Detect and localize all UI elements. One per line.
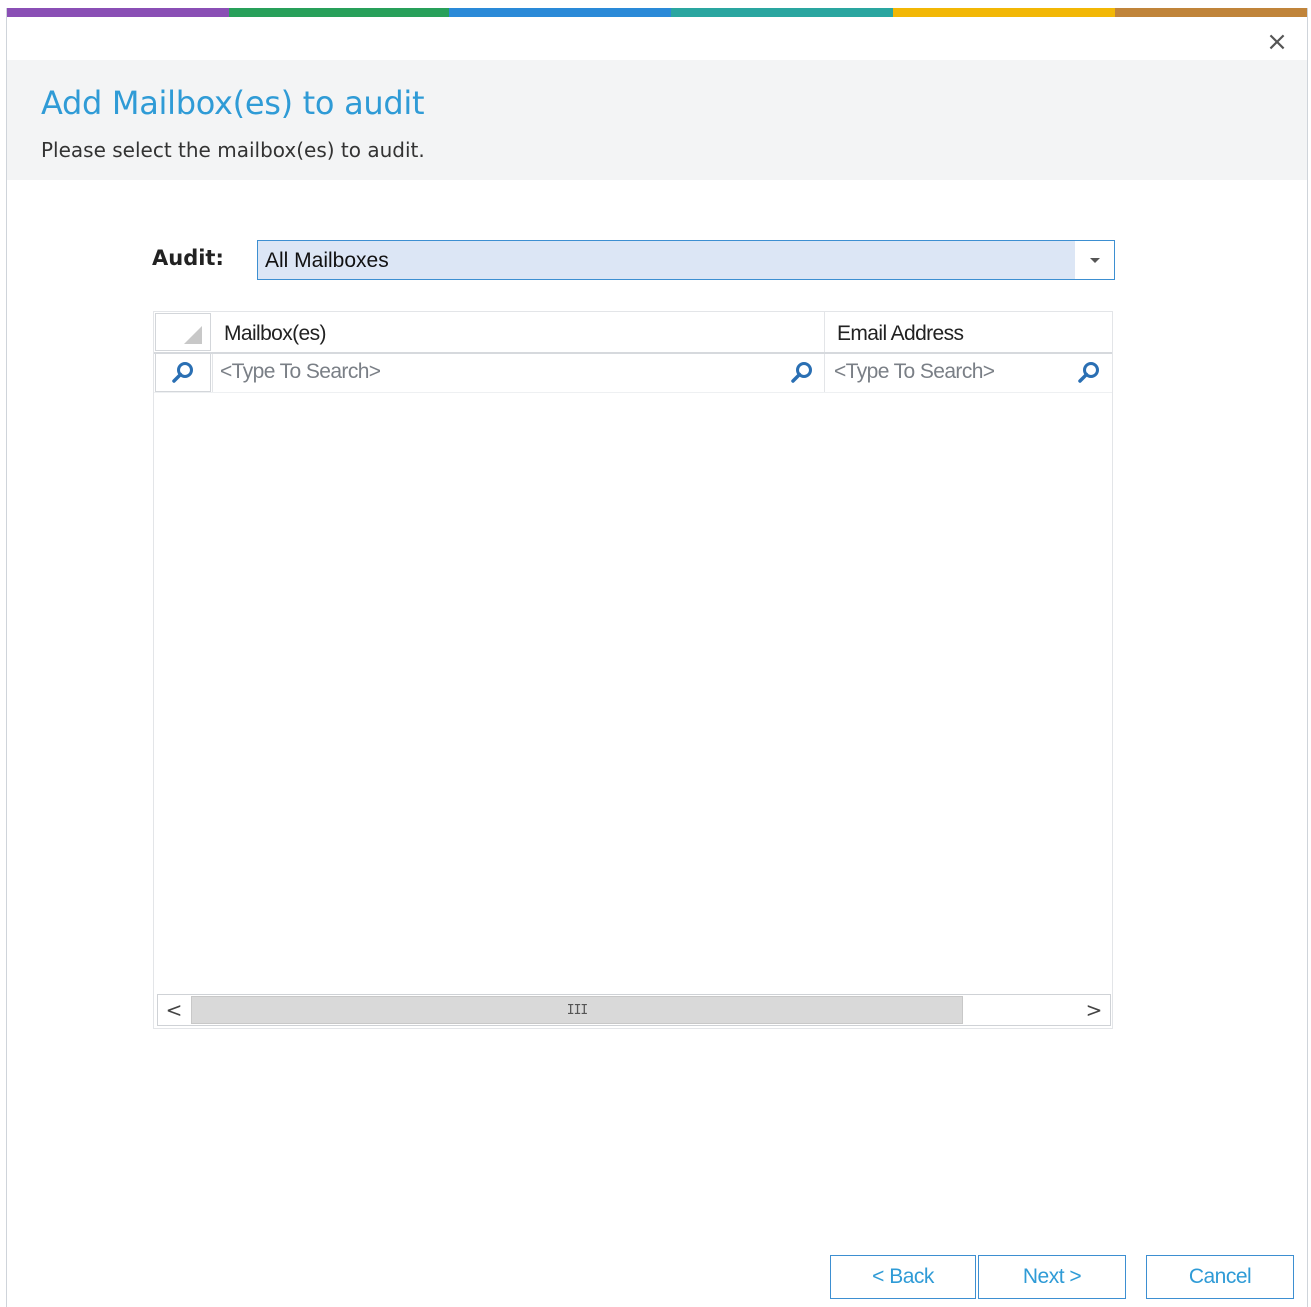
wizard-header: Add Mailbox(es) to audit Please select t… — [7, 60, 1307, 180]
audit-dropdown[interactable]: All Mailboxes — [257, 240, 1115, 280]
cancel-button[interactable]: Cancel — [1146, 1255, 1294, 1299]
accent-color-bar — [7, 8, 1307, 17]
search-icon[interactable] — [1076, 360, 1102, 386]
search-icon — [172, 361, 193, 383]
audit-label: Audit: — [152, 246, 224, 270]
email-search-input[interactable]: <Type To Search> — [834, 360, 995, 384]
scrollbar-thumb[interactable]: III — [191, 996, 963, 1024]
filter-row-indicator — [155, 354, 211, 392]
wizard-window: × Add Mailbox(es) to audit Please select… — [6, 8, 1308, 1307]
filter-divider — [212, 354, 213, 392]
column-header-mailboxes[interactable]: Mailbox(es) — [224, 322, 327, 346]
back-button[interactable]: < Back — [830, 1255, 976, 1299]
chevron-down-icon[interactable] — [1075, 241, 1114, 279]
column-header-email[interactable]: Email Address — [837, 322, 964, 346]
grid-filter-row: <Type To Search> <Type To Search> — [154, 354, 1112, 393]
select-all-corner[interactable] — [155, 313, 211, 351]
page-subtitle: Please select the mailbox(es) to audit. — [41, 138, 425, 162]
scroll-left-icon[interactable]: < — [158, 995, 190, 1025]
mailbox-search-input[interactable]: <Type To Search> — [220, 360, 381, 384]
page-title: Add Mailbox(es) to audit — [41, 84, 425, 122]
column-divider — [824, 312, 825, 352]
filter-divider — [824, 354, 825, 392]
audit-selected-value: All Mailboxes — [265, 249, 389, 272]
next-button[interactable]: Next > — [978, 1255, 1126, 1299]
scroll-right-icon[interactable]: > — [1078, 995, 1110, 1025]
horizontal-scrollbar[interactable]: < III > — [157, 994, 1111, 1026]
close-icon[interactable]: × — [1265, 29, 1289, 55]
grid-header-row: Mailbox(es) Email Address — [154, 312, 1112, 354]
search-icon[interactable] — [789, 360, 815, 386]
mailbox-grid: Mailbox(es) Email Address <Type To Searc… — [153, 311, 1113, 1029]
